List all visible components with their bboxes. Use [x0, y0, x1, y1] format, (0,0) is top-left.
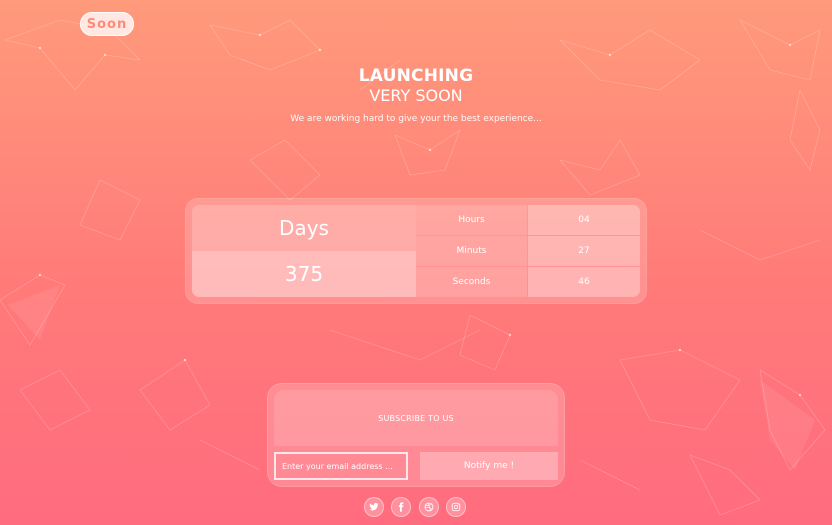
seconds-value: 46	[528, 267, 640, 297]
days-box: Days 375	[192, 205, 416, 297]
countdown-card: Days 375 Hours 04 Minuts 27 Seconds 46	[186, 199, 646, 303]
notify-button[interactable]: Notify me !	[420, 452, 558, 480]
days-label: Days	[279, 216, 329, 240]
email-input[interactable]	[274, 452, 408, 480]
minutes-value: 27	[528, 236, 640, 266]
headline-very-soon: VERY SOON	[369, 86, 463, 105]
subscribe-title: SUBSCRIBE TO US	[274, 390, 558, 446]
subscribe-card: SUBSCRIBE TO US Notify me !	[268, 384, 564, 486]
hours-row: Hours 04	[416, 205, 640, 235]
hours-label: Hours	[416, 205, 527, 235]
hero-heading: LAUNCHING VERY SOON We are working hard …	[0, 66, 832, 125]
days-value: 375	[192, 251, 416, 297]
seconds-label: Seconds	[416, 267, 527, 297]
headline-tagline: We are working hard to give your the bes…	[290, 114, 542, 124]
dribbble-icon[interactable]	[419, 497, 439, 517]
hours-value: 04	[528, 205, 640, 235]
facebook-icon[interactable]	[391, 497, 411, 517]
instagram-icon[interactable]	[446, 497, 466, 517]
time-grid: Hours 04 Minuts 27 Seconds 46	[416, 205, 640, 297]
seconds-row: Seconds 46	[416, 267, 640, 297]
headline-launching: LAUNCHING	[358, 66, 474, 86]
logo[interactable]: Soon	[80, 12, 134, 36]
minutes-label: Minuts	[416, 236, 527, 266]
twitter-icon[interactable]	[364, 497, 384, 517]
minutes-row: Minuts 27	[416, 236, 640, 266]
